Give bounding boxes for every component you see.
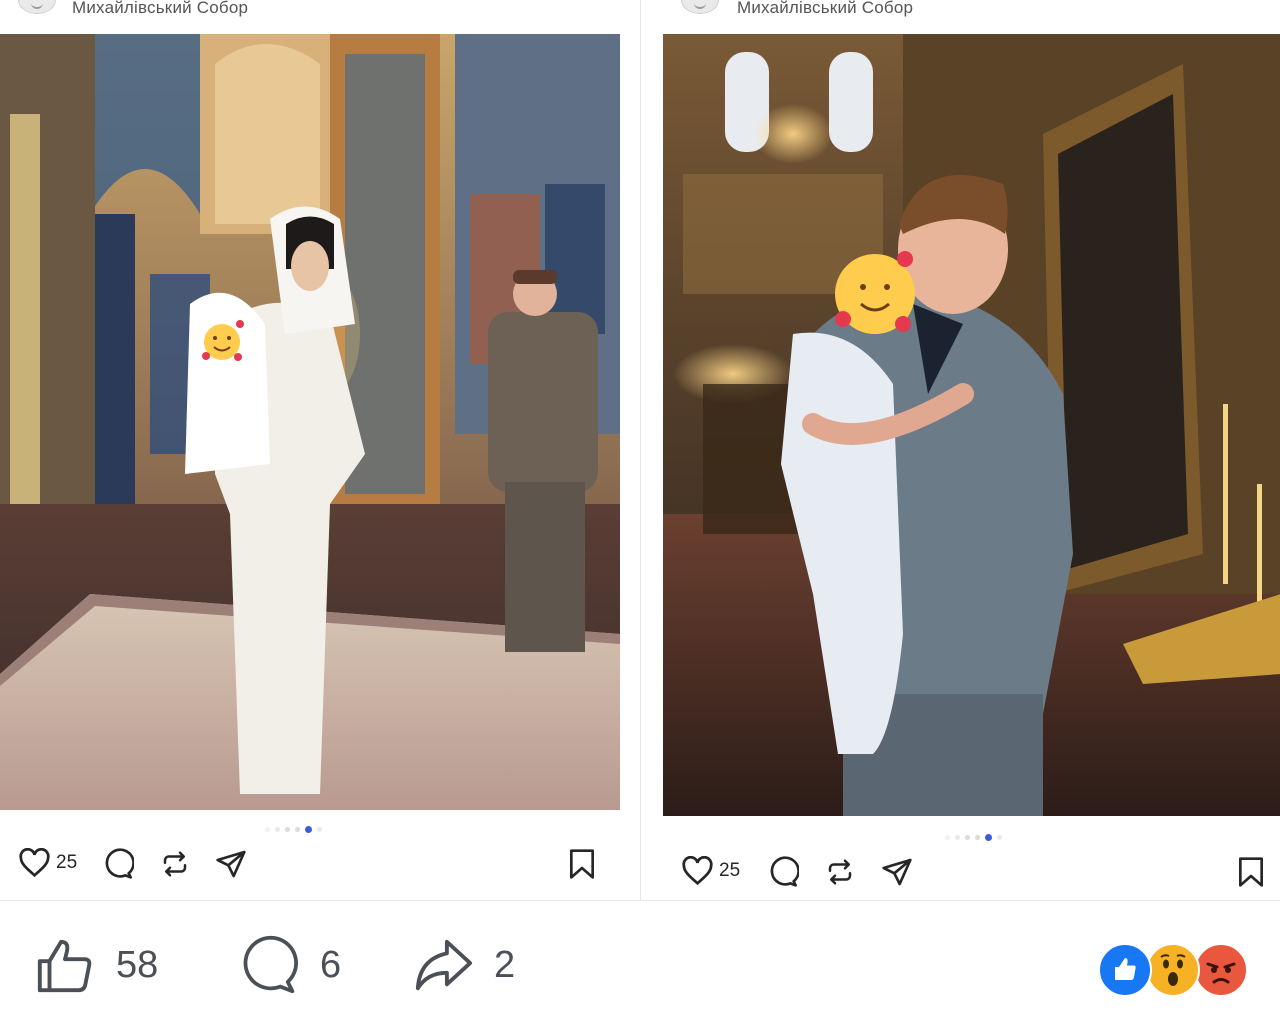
bookmark-icon[interactable]	[568, 848, 596, 880]
thumbs-up-icon	[37, 939, 92, 993]
comment-count: 6	[320, 943, 342, 986]
repost-icon[interactable]	[160, 848, 190, 880]
carousel-indicator	[265, 826, 322, 833]
account-name[interactable]: Михайлівський Собор	[72, 0, 248, 18]
repost-action[interactable]	[825, 856, 855, 888]
post-actions: 25	[0, 848, 640, 888]
post-photo[interactable]	[0, 34, 620, 810]
cathedral-photo-woman	[0, 34, 620, 810]
carousel-dot	[945, 835, 950, 840]
repost-action[interactable]	[160, 848, 190, 880]
carousel-dot	[955, 835, 960, 840]
post-photo[interactable]	[663, 34, 1280, 816]
share-button[interactable]: 2	[412, 935, 515, 995]
comment-button[interactable]: 6	[238, 935, 341, 995]
carousel-dot	[975, 835, 980, 840]
like-count: 25	[719, 860, 741, 881]
account-avatar[interactable]	[18, 0, 56, 14]
carousel-dot	[295, 827, 300, 832]
wow-reaction-icon	[1146, 943, 1200, 997]
share-icon[interactable]	[215, 848, 247, 880]
angry-reaction-icon	[1194, 943, 1248, 997]
share-action[interactable]	[881, 856, 913, 888]
carousel-dot	[317, 827, 322, 832]
instagram-post-left: Михайлівський Собор 25	[0, 0, 640, 900]
account-name[interactable]: Михайлівський Собор	[737, 0, 913, 18]
facebook-action-bar: 58 6 2	[0, 901, 1280, 1027]
post-actions: 25	[641, 856, 1280, 896]
carousel-dot	[275, 827, 280, 832]
carousel-dot-active	[985, 834, 992, 841]
comment-bubble-icon	[243, 935, 298, 994]
share-arrow-icon	[415, 939, 473, 991]
instagram-post-right: Михайлівський Собор 25	[640, 0, 1280, 900]
bookmark-icon[interactable]	[1237, 856, 1265, 888]
carousel-dot-active	[305, 826, 312, 833]
like-count: 58	[116, 943, 159, 986]
like-action[interactable]: 25	[18, 848, 77, 878]
post-header: Михайлівський Собор	[0, 0, 640, 24]
carousel-dot	[265, 827, 270, 832]
like-reaction-icon	[1098, 943, 1152, 997]
heart-icon[interactable]	[681, 856, 714, 886]
carousel-dot	[285, 827, 290, 832]
comment-action[interactable]	[102, 848, 134, 880]
like-count: 25	[56, 852, 78, 873]
share-icon[interactable]	[881, 856, 913, 888]
carousel-indicator	[945, 834, 1002, 841]
share-count: 2	[494, 943, 516, 986]
carousel-dot	[997, 835, 1002, 840]
comment-icon[interactable]	[102, 848, 134, 880]
account-avatar[interactable]	[681, 0, 719, 14]
save-action[interactable]	[1237, 856, 1265, 888]
like-button[interactable]: 58	[34, 935, 158, 995]
save-action[interactable]	[568, 848, 596, 880]
comment-icon[interactable]	[767, 856, 799, 888]
reactions-summary[interactable]	[1098, 943, 1248, 997]
cathedral-photo-man	[663, 34, 1280, 816]
like-action[interactable]: 25	[681, 856, 740, 886]
share-action[interactable]	[215, 848, 247, 880]
heart-icon[interactable]	[18, 848, 51, 878]
repost-icon[interactable]	[825, 856, 855, 888]
comment-action[interactable]	[767, 856, 799, 888]
post-header: Михайлівський Собор	[641, 0, 1280, 24]
carousel-dot	[965, 835, 970, 840]
